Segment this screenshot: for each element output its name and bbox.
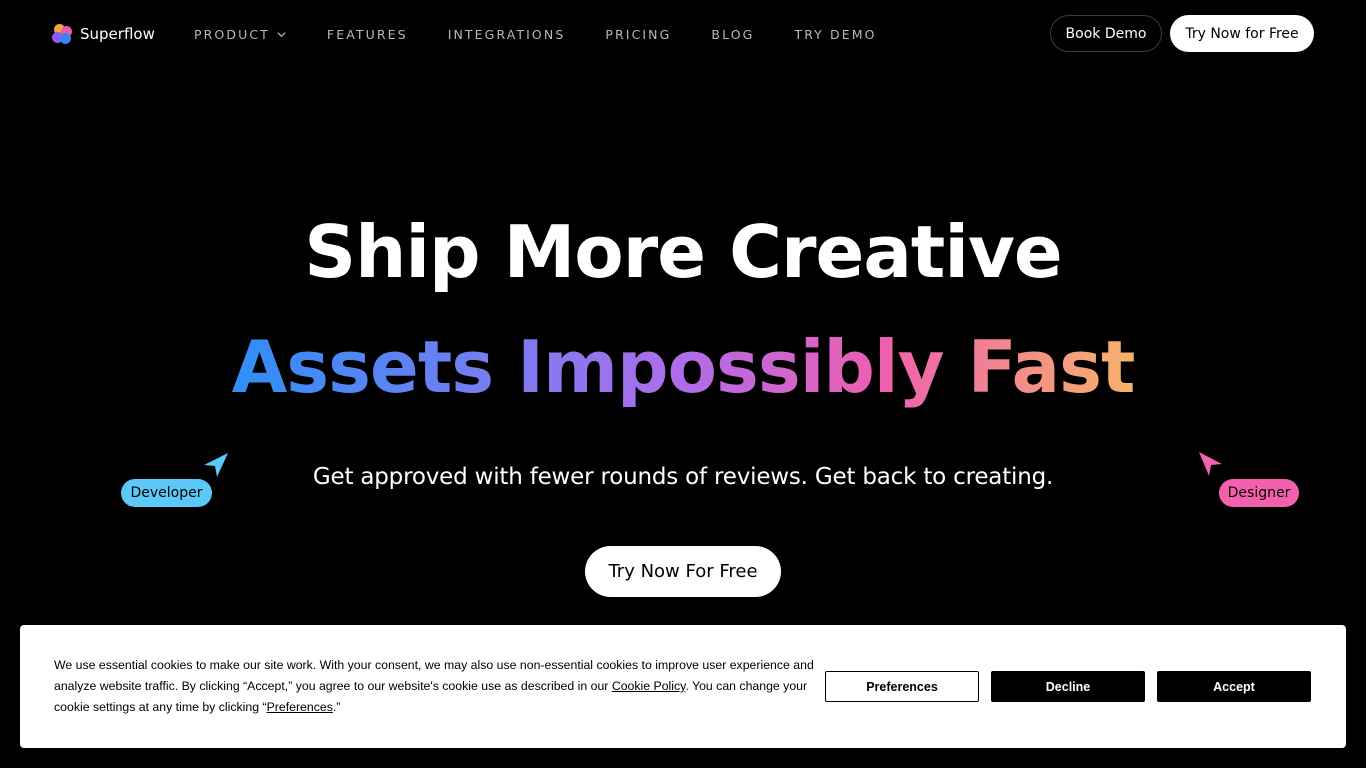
superflow-logo-icon bbox=[52, 24, 72, 44]
hero-headline-line1: Ship More Creative bbox=[304, 210, 1063, 294]
hero-headline-line2: Assets Impossibly Fast bbox=[0, 320, 1366, 414]
try-now-hero-button[interactable]: Try Now For Free bbox=[585, 546, 781, 597]
cookie-policy-link[interactable]: Cookie Policy bbox=[612, 679, 686, 693]
nav-item-integrations[interactable]: INTEGRATIONS bbox=[448, 27, 566, 42]
brand-name: Superflow bbox=[80, 25, 155, 43]
try-now-header-button[interactable]: Try Now for Free bbox=[1170, 15, 1314, 52]
cookie-preferences-button[interactable]: Preferences bbox=[825, 671, 979, 702]
nav-item-product[interactable]: PRODUCT bbox=[194, 27, 287, 42]
cursor-pointer-icon bbox=[1199, 452, 1222, 476]
nav-item-features[interactable]: FEATURES bbox=[327, 27, 408, 42]
nav-item-blog[interactable]: BLOG bbox=[711, 27, 754, 42]
cookie-decline-button[interactable]: Decline bbox=[991, 671, 1145, 702]
main-nav: PRODUCT FEATURES INTEGRATIONS PRICING BL… bbox=[194, 25, 917, 43]
nav-item-try-demo[interactable]: TRY DEMO bbox=[794, 27, 876, 42]
developer-cursor-tag: Developer bbox=[121, 479, 212, 507]
brand-logo[interactable]: Superflow bbox=[52, 22, 155, 46]
cursor-pointer-icon bbox=[204, 453, 228, 477]
cookie-banner: We use essential cookies to make our sit… bbox=[20, 625, 1346, 748]
chevron-down-icon bbox=[277, 31, 286, 37]
book-demo-button[interactable]: Book Demo bbox=[1050, 15, 1162, 52]
preferences-link[interactable]: Preferences bbox=[267, 700, 333, 714]
nav-item-label: PRODUCT bbox=[194, 26, 270, 42]
nav-item-pricing[interactable]: PRICING bbox=[605, 27, 671, 42]
cookie-banner-text: We use essential cookies to make our sit… bbox=[54, 655, 814, 718]
cookie-text-part: .” bbox=[332, 700, 341, 714]
designer-cursor-tag: Designer bbox=[1219, 479, 1299, 507]
cookie-accept-button[interactable]: Accept bbox=[1157, 671, 1311, 702]
page: Superflow PRODUCT FEATURES INTEGRATIONS … bbox=[0, 0, 1366, 768]
hero-gradient-text: Assets Impossibly Fast bbox=[231, 325, 1136, 409]
